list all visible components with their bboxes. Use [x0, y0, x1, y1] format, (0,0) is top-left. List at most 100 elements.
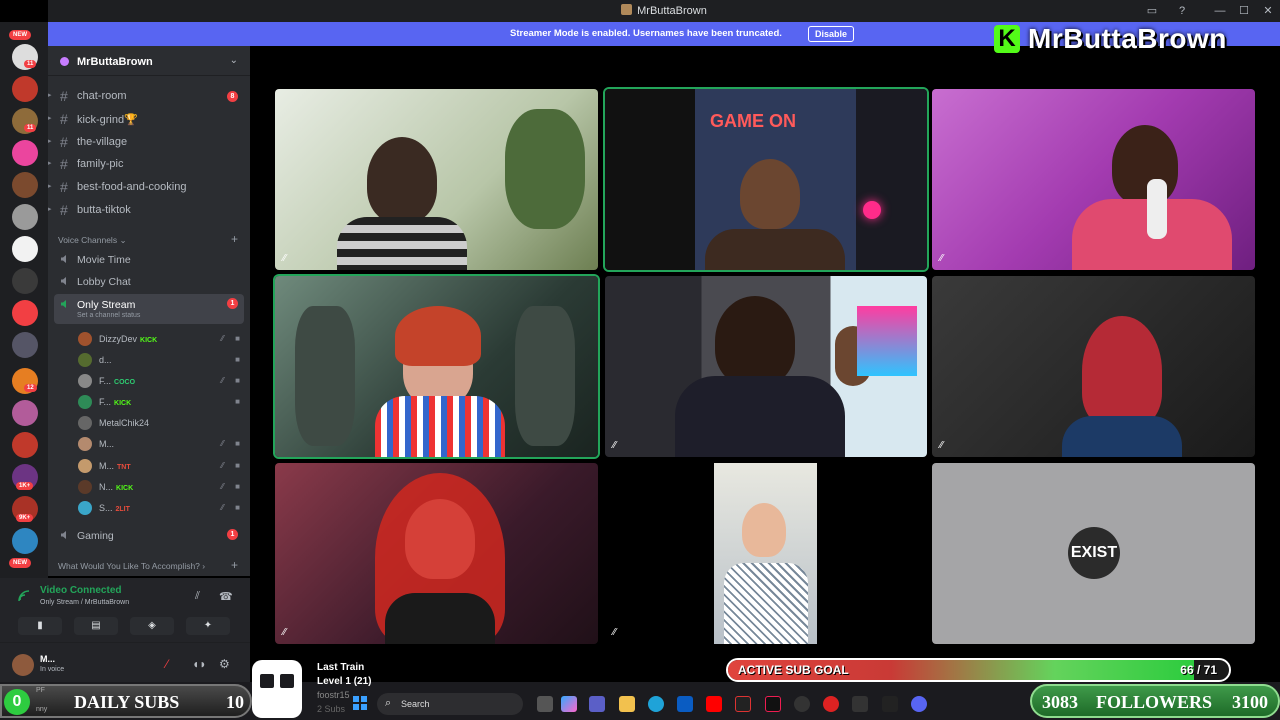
channel-butta-tiktok[interactable]: ▸ # butta-tiktok: [48, 200, 250, 222]
last-train-title: Last Train: [317, 662, 365, 673]
voice-user[interactable]: d... ■: [78, 350, 244, 370]
inbox-icon[interactable]: ▭: [1144, 3, 1160, 19]
camera-icon: ■: [235, 397, 240, 406]
video-tile[interactable]: ⁄⁄: [932, 89, 1255, 270]
maximize-button[interactable]: ☐: [1236, 3, 1252, 19]
zombie-figure: [515, 306, 575, 446]
disable-button[interactable]: Disable: [808, 26, 855, 42]
server-icon[interactable]: [12, 76, 38, 102]
server-icon[interactable]: [12, 300, 38, 326]
copilot-icon[interactable]: [561, 696, 577, 712]
mic-muted-icon[interactable]: ⁄: [166, 657, 168, 671]
server-icon[interactable]: [12, 204, 38, 230]
app-icon[interactable]: [735, 696, 751, 712]
app-icon[interactable]: [882, 696, 898, 712]
video-tile[interactable]: GAME ON: [605, 89, 927, 270]
voice-user[interactable]: F... COCO ⁄⁄ ■: [78, 371, 244, 391]
participant-video: [1112, 125, 1178, 205]
video-tile-avatar[interactable]: EXIST: [932, 463, 1255, 644]
headphones-icon[interactable]: ◖◗: [192, 657, 207, 671]
voice-channel-movie-time[interactable]: Movie Time: [54, 249, 244, 271]
voice-user[interactable]: F... KICK ■: [78, 392, 244, 412]
camera-button[interactable]: ▮: [18, 617, 62, 635]
help-icon[interactable]: ?: [1174, 3, 1190, 19]
user-tag: TNT: [117, 464, 131, 471]
voice-channel-lobby-chat[interactable]: Lobby Chat: [54, 271, 244, 293]
channel-chat-room[interactable]: ▸ # chat-room 8: [48, 86, 250, 108]
youtube-icon[interactable]: [706, 696, 722, 712]
channel-count-badge: 1: [227, 529, 238, 540]
video-tile[interactable]: ⁄⁄: [932, 276, 1255, 457]
video-tile[interactable]: ⁄⁄: [605, 276, 927, 457]
muted-icon: ⁄⁄: [940, 253, 944, 264]
voice-user[interactable]: S... 2LIT ⁄⁄ ■: [78, 498, 244, 518]
minimize-button[interactable]: —: [1212, 3, 1228, 19]
guild-header[interactable]: MrButtaBrown ⌄: [48, 46, 250, 76]
avatar[interactable]: [12, 654, 34, 676]
screen-share-button[interactable]: ▤: [74, 617, 118, 635]
hash-icon: #: [60, 88, 68, 104]
voice-user[interactable]: M... ⁄⁄ ■: [78, 434, 244, 454]
kick-brand-overlay: K MrButtaBrown: [994, 22, 1227, 56]
speaker-icon: [61, 300, 66, 308]
muted-icon: ⁄⁄: [940, 440, 944, 451]
tiktok-icon[interactable]: [765, 696, 781, 712]
close-button[interactable]: ✕: [1260, 3, 1276, 19]
taskbar-search[interactable]: ⌕ Search: [377, 693, 523, 715]
add-channel-icon[interactable]: +: [231, 558, 238, 572]
obs-icon[interactable]: [794, 696, 810, 712]
server-icon[interactable]: [12, 400, 38, 426]
discord-icon[interactable]: [911, 696, 927, 712]
edge-icon[interactable]: [648, 696, 664, 712]
server-icon[interactable]: [12, 268, 38, 294]
server-icon[interactable]: [12, 332, 38, 358]
noise-suppression-icon[interactable]: ⫽: [195, 590, 200, 603]
file-explorer-icon[interactable]: [619, 696, 635, 712]
chevron-down-icon[interactable]: ⌄: [230, 55, 238, 66]
voice-channel-gaming[interactable]: Gaming 1: [54, 525, 244, 547]
activity-button[interactable]: ◈: [130, 617, 174, 635]
video-tile[interactable]: ⁄⁄: [275, 89, 598, 270]
channel-label: family-pic: [77, 158, 124, 170]
channel-status[interactable]: Set a channel status: [77, 312, 140, 319]
channel-best-food[interactable]: ▸ # best-food-and-cooking: [48, 177, 250, 199]
settings-gear-icon[interactable]: ⚙: [219, 657, 230, 671]
voice-user[interactable]: DizzyDev KICK ⁄⁄ ■: [78, 329, 244, 349]
channel-family-pic[interactable]: ▸ # family-pic: [48, 154, 250, 176]
server-icon[interactable]: [12, 140, 38, 166]
app-icon[interactable]: [823, 696, 839, 712]
app-icon[interactable]: [852, 696, 868, 712]
voice-user[interactable]: MetalChik24: [78, 413, 244, 433]
user-status: In voice: [40, 666, 65, 673]
windows-taskbar: ⌕ Search: [350, 690, 940, 718]
voice-user[interactable]: M... TNT ⁄⁄ ■: [78, 456, 244, 476]
video-tile[interactable]: [275, 276, 598, 457]
teams-icon[interactable]: [589, 696, 605, 712]
channel-kick-grind[interactable]: ▸ # kick-grind🏆: [48, 109, 250, 131]
participant-hair: [395, 306, 481, 366]
store-icon[interactable]: [677, 696, 693, 712]
search-placeholder: Search: [401, 699, 430, 709]
user-tag: COCO: [114, 379, 136, 386]
signal-icon: [18, 590, 30, 602]
video-tile[interactable]: ⁄⁄: [275, 463, 598, 644]
server-icon[interactable]: [12, 236, 38, 262]
accomplish-category-header[interactable]: What Would You Like To Accomplish? ›: [58, 561, 205, 571]
disconnect-icon[interactable]: ☎: [219, 590, 233, 603]
followers-goal: 3100: [1232, 692, 1268, 712]
channel-the-village[interactable]: ▸ # the-village: [48, 132, 250, 154]
server-icon[interactable]: [12, 172, 38, 198]
server-icon[interactable]: [12, 432, 38, 458]
video-tile[interactable]: ⁄⁄: [605, 463, 927, 644]
task-view-icon[interactable]: [537, 696, 553, 712]
server-icon[interactable]: [12, 528, 38, 554]
voice-user[interactable]: N... KICK ⁄⁄ ■: [78, 477, 244, 497]
voice-user-label: DizzyDev KICK: [99, 334, 157, 344]
voice-location[interactable]: Only Stream / MrButtaBrown: [40, 599, 129, 606]
voice-channel-only-stream[interactable]: Only Stream Set a channel status 1: [54, 294, 244, 324]
windows-logo-icon[interactable]: [353, 696, 367, 710]
soundboard-button[interactable]: ✦: [186, 617, 230, 635]
add-channel-icon[interactable]: +: [231, 232, 238, 246]
participant-video: [367, 137, 437, 223]
voice-category-header[interactable]: Voice Channels ⌄: [58, 235, 127, 246]
